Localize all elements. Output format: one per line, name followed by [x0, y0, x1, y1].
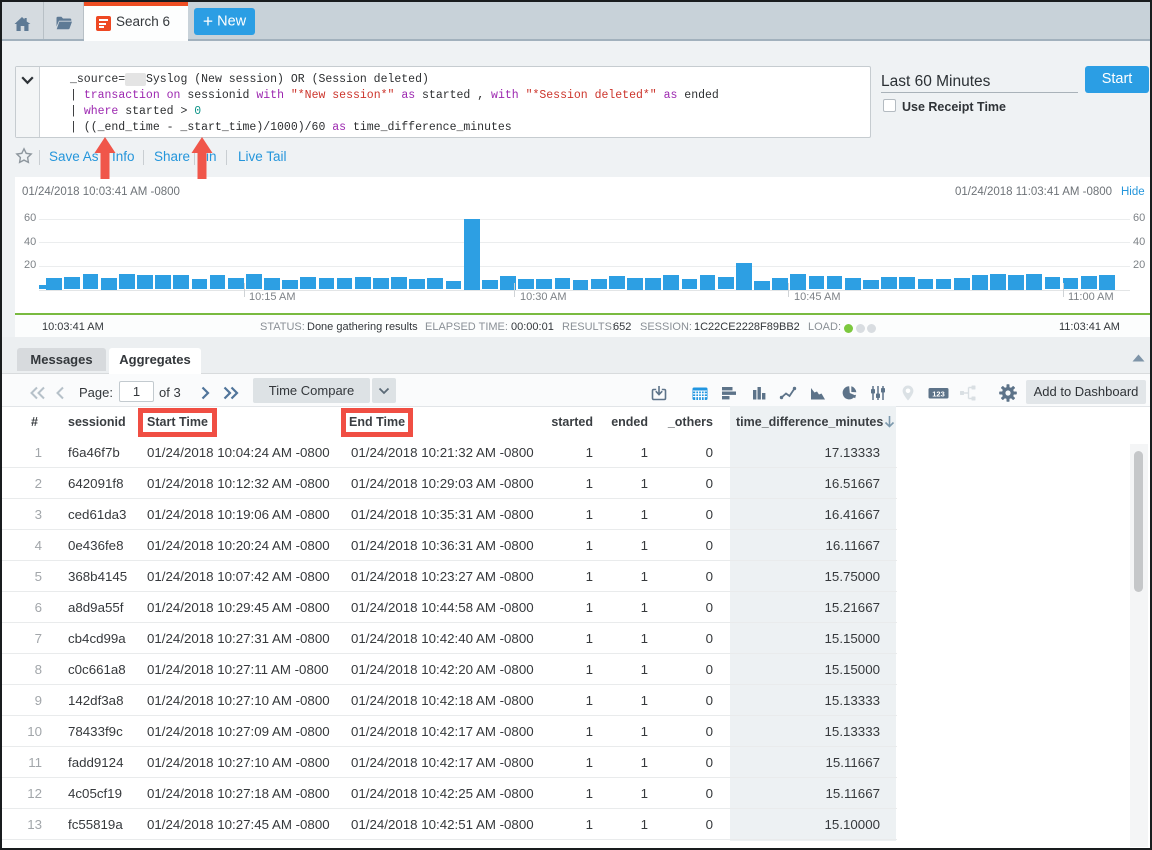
- svg-text:123: 123: [932, 389, 945, 398]
